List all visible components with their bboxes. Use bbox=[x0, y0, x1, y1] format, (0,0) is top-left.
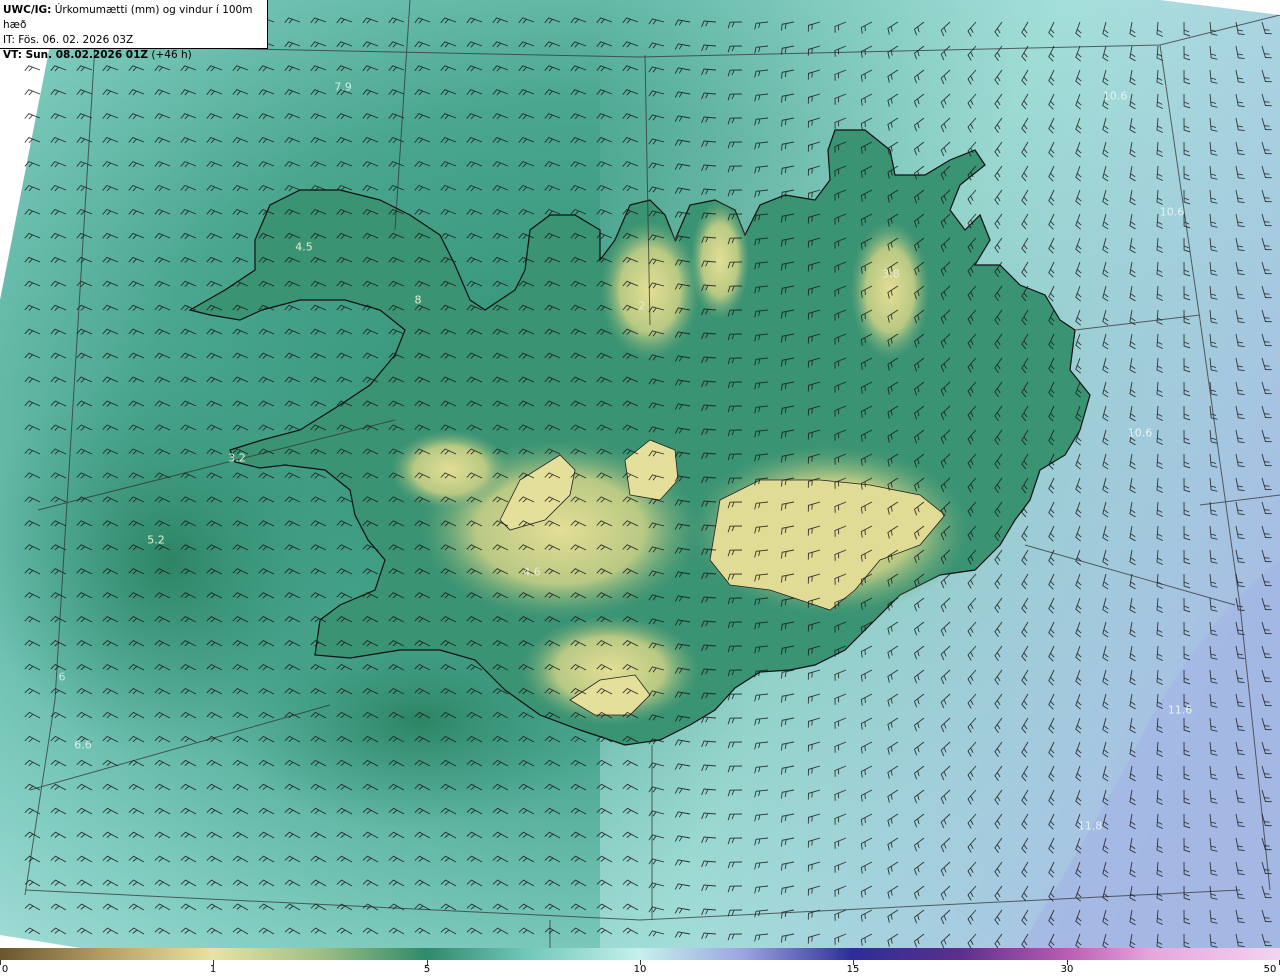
highland-north-b bbox=[690, 200, 750, 320]
value-label: 6.6 bbox=[74, 738, 92, 752]
colorbar-label: 0 bbox=[1, 964, 9, 975]
value-label: 7.9 bbox=[334, 80, 352, 94]
colorbar-label: 10 bbox=[633, 964, 647, 975]
value-label: 3.8 bbox=[882, 267, 900, 281]
map-area[interactable]: 7.9 10.6 10.6 4.5 8 2 3.8 3.2 5.2 4.6 6 … bbox=[0, 0, 1280, 948]
value-label: 4.5 bbox=[295, 240, 313, 254]
highland-west bbox=[390, 430, 510, 510]
value-label: 2 bbox=[638, 299, 646, 313]
highland-north-a bbox=[600, 220, 700, 360]
vt-prefix: VT: Sun. 08.02.2026 01Z bbox=[3, 49, 149, 61]
value-label: 8 bbox=[414, 293, 422, 307]
title-line: UWC/IG: Úrkomumætti (mm) og vindur í 100… bbox=[3, 3, 264, 33]
value-label: 5.2 bbox=[147, 533, 165, 547]
vt-line: VT: Sun. 08.02.2026 01Z (+46 h) bbox=[3, 48, 264, 63]
colorbar-label: 50 bbox=[1263, 964, 1277, 975]
value-label: 10.6 bbox=[1159, 205, 1185, 219]
colorbar: 0 1 5 10 15 30 50 bbox=[0, 948, 1280, 978]
value-label: 4.6 bbox=[523, 565, 541, 579]
it-line: IT: Fös. 06. 02. 2026 03Z bbox=[3, 34, 134, 46]
value-label: 10.6 bbox=[1102, 89, 1128, 103]
value-label: 10.6 bbox=[1127, 426, 1153, 440]
colorbar-strip bbox=[0, 948, 1280, 960]
value-label: 11.6 bbox=[1167, 703, 1193, 717]
precipitation-map bbox=[0, 0, 1280, 948]
map-header: UWC/IG: Úrkomumætti (mm) og vindur í 100… bbox=[0, 0, 268, 61]
colorbar-label: 15 bbox=[846, 964, 860, 975]
colorbar-label: 5 bbox=[423, 964, 431, 975]
value-label: 11.8 bbox=[1077, 819, 1103, 833]
vt-suffix: (+46 h) bbox=[151, 49, 192, 61]
colorbar-label: 30 bbox=[1060, 964, 1074, 975]
colorbar-label: 1 bbox=[209, 964, 217, 975]
value-label: 3.2 bbox=[228, 451, 246, 465]
value-label: 6 bbox=[58, 670, 66, 684]
title-prefix: UWC/IG: bbox=[3, 4, 52, 16]
